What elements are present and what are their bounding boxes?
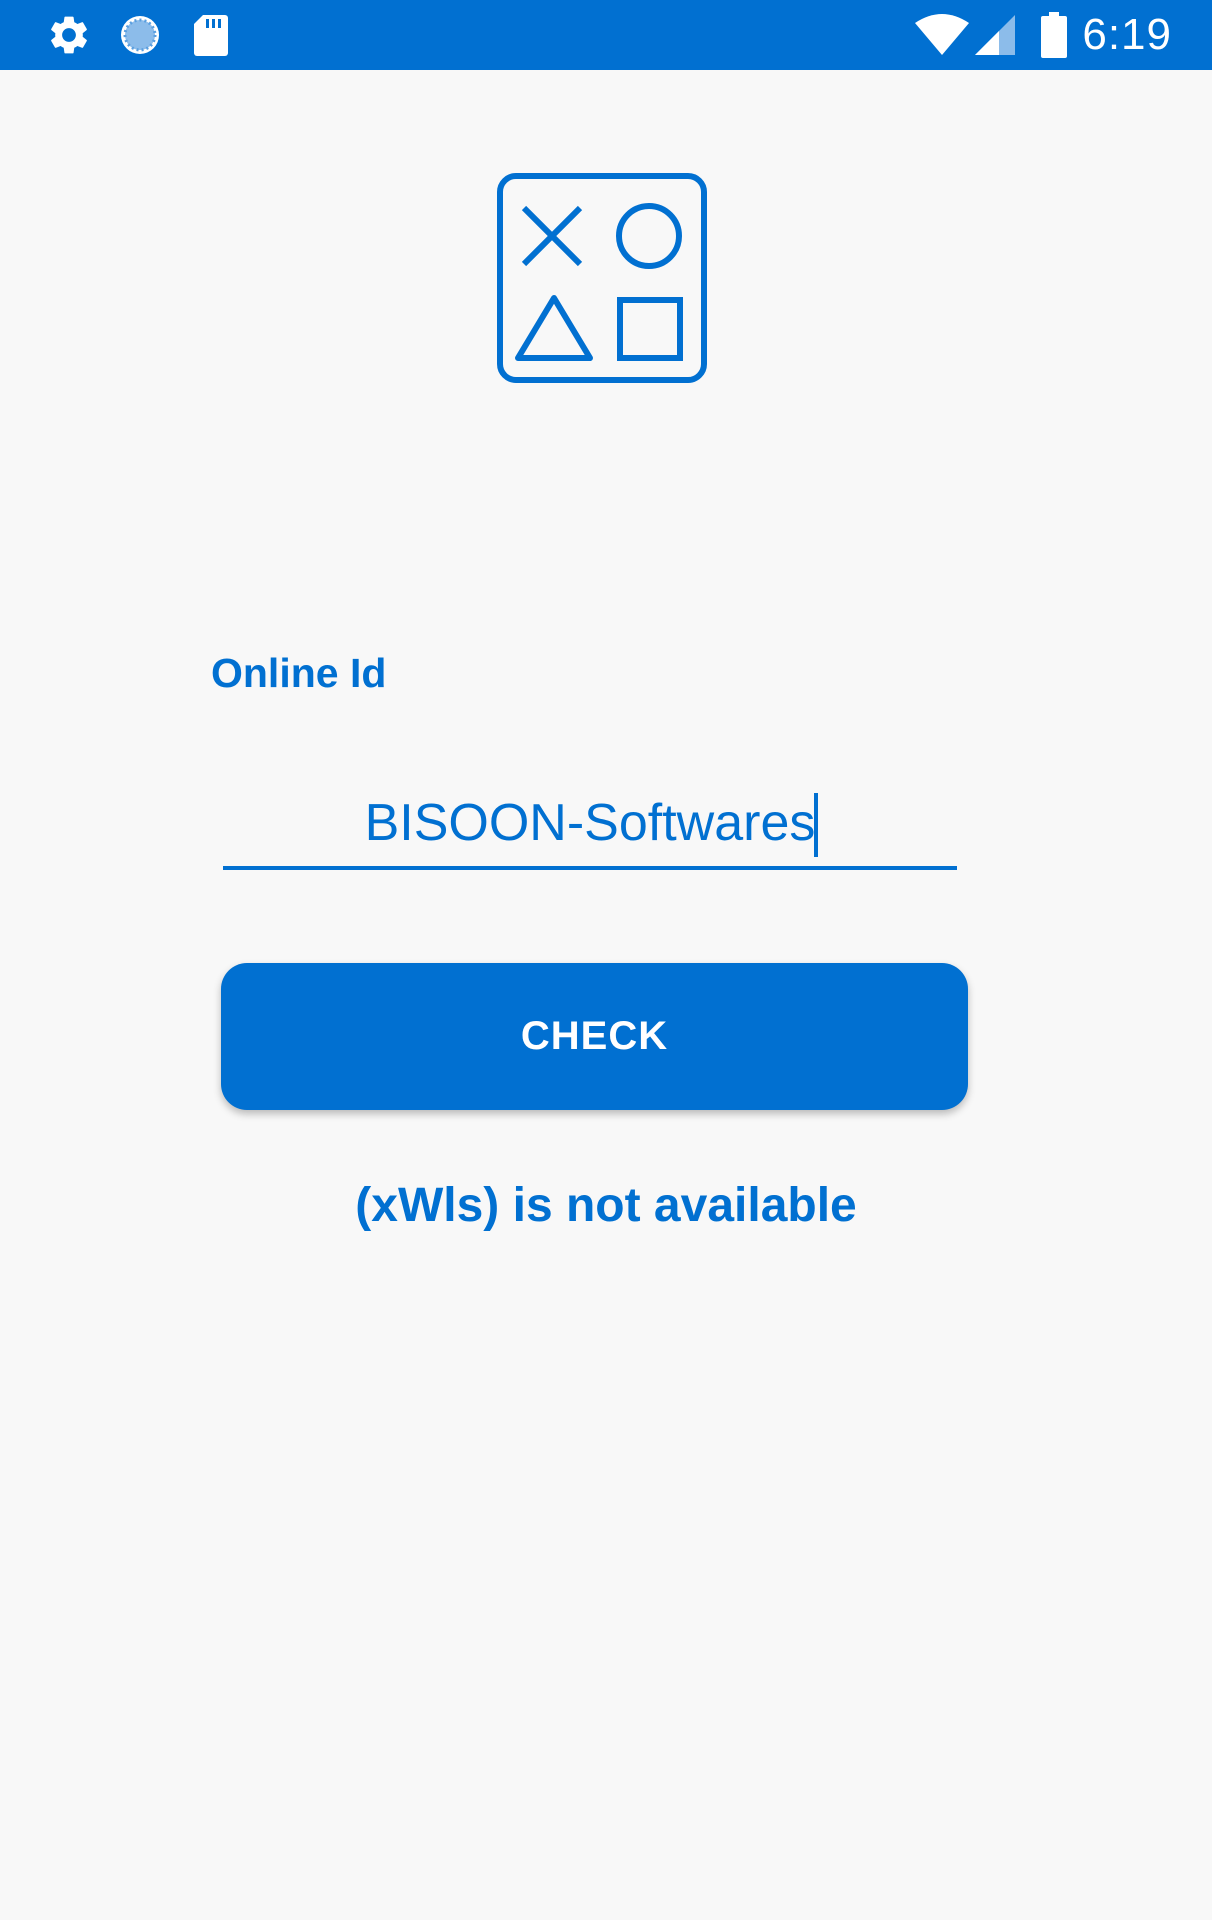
check-button[interactable]: CHECK bbox=[221, 963, 968, 1110]
gear-icon bbox=[44, 0, 94, 70]
sd-card-icon bbox=[190, 0, 232, 70]
online-id-label: Online Id bbox=[211, 650, 387, 696]
cellular-signal-icon bbox=[972, 0, 1018, 70]
game-symbols-icon bbox=[496, 172, 708, 384]
wifi-icon bbox=[912, 0, 972, 70]
status-time: 6:19 bbox=[1082, 10, 1172, 59]
sync-icon bbox=[115, 0, 165, 70]
availability-message: (xWls) is not available bbox=[355, 1179, 857, 1232]
online-id-field[interactable] bbox=[223, 780, 957, 870]
text-cursor bbox=[814, 793, 818, 857]
battery-icon bbox=[1036, 0, 1072, 70]
online-id-input[interactable] bbox=[223, 780, 957, 866]
status-bar: 6:19 bbox=[0, 0, 1212, 70]
